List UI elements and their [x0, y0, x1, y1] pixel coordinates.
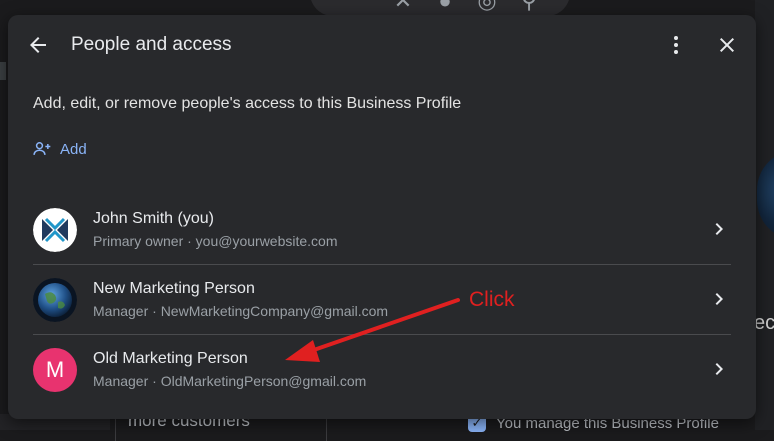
more-options-icon[interactable] — [664, 33, 688, 57]
person-detail: Primary owner · you@yourwebsite.com — [93, 233, 338, 249]
background-left-strip — [0, 62, 6, 80]
chevron-right-icon — [715, 363, 723, 375]
people-and-access-dialog: People and access Add, edit, or remove p… — [8, 15, 756, 419]
logo-avatar — [33, 208, 77, 252]
add-person-label: Add — [60, 140, 87, 158]
back-arrow-icon[interactable] — [26, 33, 50, 57]
chevron-right-icon — [715, 223, 723, 235]
click-annotation-label: Click — [469, 288, 515, 311]
dialog-description: Add, edit, or remove people's access to … — [33, 95, 462, 112]
person-detail: Manager · OldMarketingPerson@gmail.com — [93, 373, 367, 389]
lens-icon: ◎ — [477, 0, 497, 13]
person-row-new-marketing[interactable]: New Marketing Person Manager · NewMarket… — [33, 265, 731, 335]
letter-avatar: M — [33, 348, 77, 392]
person-detail: Manager · NewMarketingCompany@gmail.com — [93, 303, 389, 319]
background-search-icons: ✕ ● ◎ ⚲ — [392, 0, 540, 14]
people-list: John Smith (you) Primary owner · you@you… — [33, 195, 731, 404]
microphone-icon: ● — [438, 0, 452, 13]
globe-avatar — [33, 278, 77, 322]
chevron-right-icon — [715, 293, 723, 305]
person-name: John Smith (you) — [93, 210, 214, 227]
person-name: Old Marketing Person — [93, 350, 248, 367]
add-person-icon — [33, 142, 51, 155]
search-icon: ⚲ — [520, 0, 538, 13]
dialog-title: People and access — [71, 34, 232, 55]
close-icon[interactable] — [715, 33, 739, 57]
person-name: New Marketing Person — [93, 280, 255, 297]
add-person-button[interactable]: Add — [32, 137, 87, 161]
background-right-text: ec — [754, 312, 774, 334]
clear-icon: ✕ — [393, 0, 413, 13]
person-row-old-marketing[interactable]: M Old Marketing Person Manager · OldMark… — [33, 335, 731, 404]
person-row-john-smith[interactable]: John Smith (you) Primary owner · you@you… — [33, 195, 731, 265]
